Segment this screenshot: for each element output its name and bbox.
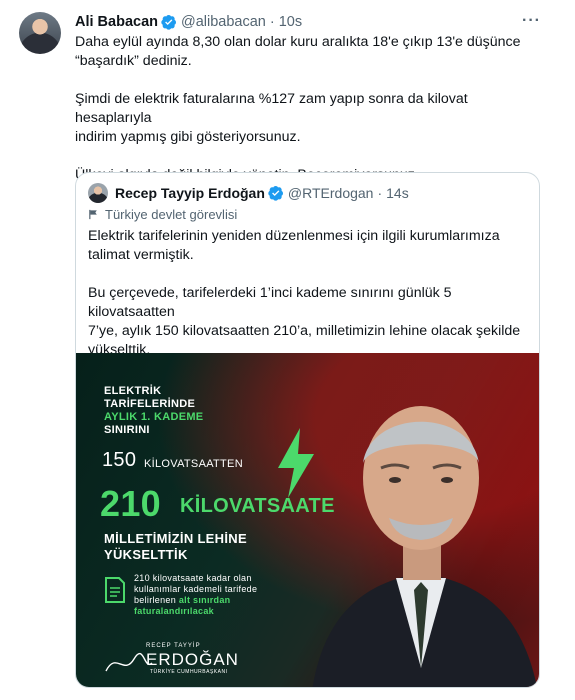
tweet[interactable]: Ali Babacan @alibabacan · 10s ··· Daha e…: [0, 0, 575, 700]
media-unit-to: KİLOVATSAATE: [180, 495, 335, 517]
media-note-1: 210 kilovatsaate kadar olan: [134, 573, 252, 583]
media-line-6: YÜKSELTTİK: [104, 547, 188, 562]
media-note-3: belirlenen alt sınırdan: [134, 595, 230, 606]
media-line-4: SINIRINI: [104, 424, 150, 436]
more-options-icon[interactable]: ···: [522, 12, 541, 30]
separator-dot: ·: [269, 14, 275, 30]
media-line-5: MİLLETİMİZİN LEHİNE: [104, 531, 247, 546]
media-note-4: faturalandırılacak: [134, 606, 214, 616]
government-flag-icon: [89, 209, 97, 220]
quoted-paragraph: Elektrik tarifelerinin yeniden düzenlenm…: [88, 228, 500, 263]
tweet-paragraph: Daha eylül ayında 8,30 olan dolar kuru a…: [75, 34, 521, 69]
quoted-media-image[interactable]: ELEKTRİK TARİFELERİNDE AYLIK 1. KADEME S…: [76, 353, 539, 687]
government-label-text: Türkiye devlet görevlisi: [105, 207, 238, 222]
media-number-210: 210: [100, 483, 161, 524]
author-handle[interactable]: @alibabacan: [181, 14, 266, 30]
media-note-3b: alt sınırdan: [178, 595, 231, 605]
quoted-tweet[interactable]: Recep Tayyip Erdoğan @RTErdogan · 14s Tü…: [75, 172, 540, 688]
lightning-bolt-icon: [278, 428, 314, 498]
media-note-2: kullanımlar kademeli tarifede: [134, 584, 258, 594]
media-line-3: AYLIK 1. KADEME: [104, 411, 204, 423]
separator-dot: ·: [377, 185, 383, 201]
quoted-author-handle[interactable]: @RTErdogan: [288, 185, 374, 201]
media-unit-from: KİLOVATSAATTEN: [144, 458, 243, 470]
signature-subtitle: TÜRKİYE CUMHURBAŞKANI: [150, 669, 228, 675]
portrait-illustration: [312, 406, 537, 687]
author-name[interactable]: Ali Babacan: [75, 14, 158, 30]
media-note-3a: belirlenen: [134, 595, 177, 605]
government-label[interactable]: Türkiye devlet görevlisi: [88, 207, 237, 222]
signature-small: RECEP TAYYİP: [146, 643, 201, 649]
media-number-150: 150: [102, 449, 137, 471]
quoted-tweet-header: Recep Tayyip Erdoğan @RTErdogan · 14s: [88, 183, 409, 203]
tweet-paragraph: Şimdi de elektrik faturalarına %127 zam …: [75, 91, 468, 145]
avatar[interactable]: [19, 12, 61, 54]
verified-badge-icon: [268, 186, 283, 201]
timestamp[interactable]: 10s: [279, 14, 302, 30]
quoted-author-name[interactable]: Recep Tayyip Erdoğan: [115, 185, 265, 201]
quoted-avatar[interactable]: [88, 183, 108, 203]
signature-logo: RECEP TAYYİP ERDOĞAN TÜRKİYE CUMHURBAŞKA…: [104, 641, 244, 681]
signature-name: ERDOĞAN: [146, 650, 239, 669]
quoted-timestamp[interactable]: 14s: [386, 185, 409, 201]
tweet-header: Ali Babacan @alibabacan · 10s: [75, 12, 302, 32]
media-line-2: TARİFELERİNDE: [104, 398, 196, 410]
verified-badge-icon: [161, 15, 176, 30]
document-icon: [105, 577, 125, 603]
media-line-1: ELEKTRİK: [104, 385, 162, 397]
quoted-paragraph: Bu çerçevede, tarifelerdeki 1’inci kadem…: [88, 285, 521, 358]
